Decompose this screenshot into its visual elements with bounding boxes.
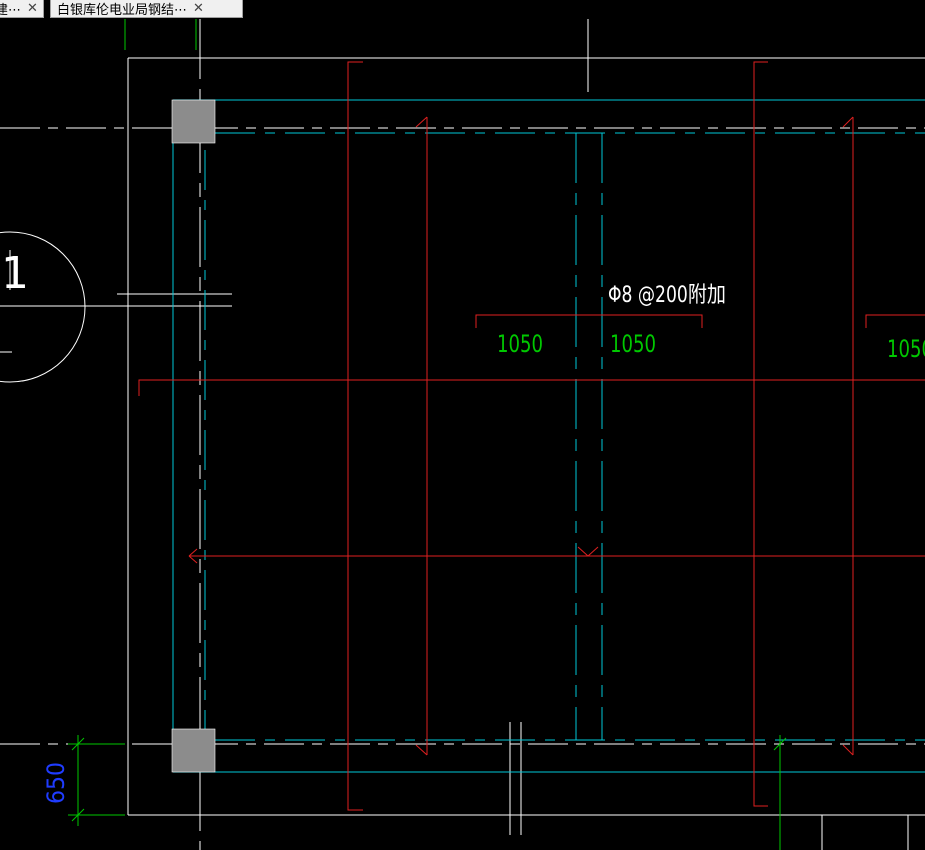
cad-drawing-canvas[interactable]: 1 Φ8 @200附加 1050 1050 1050 650	[0, 19, 925, 850]
slab-outline	[127, 57, 925, 850]
document-tab[interactable]: 建⋯ ✕	[0, 0, 44, 18]
column-block	[171, 728, 216, 773]
tab-title: 建⋯	[0, 3, 22, 18]
column-block	[171, 99, 216, 144]
close-icon[interactable]: ✕	[193, 1, 204, 16]
axis-lines	[0, 19, 925, 850]
rebar-note: Φ8 @200附加	[608, 283, 726, 308]
axis-bubble-label: 1	[1, 248, 29, 299]
document-tab-active[interactable]: 白银库伦电业局钢结⋯ ✕	[50, 0, 243, 18]
dimension-value: 1050	[497, 330, 543, 358]
document-tab-bar: 建⋯ ✕ 白银库伦电业局钢结⋯ ✕	[0, 0, 925, 19]
close-icon[interactable]: ✕	[27, 1, 38, 16]
dimension-value-vertical: 650	[42, 762, 70, 804]
rebar-lines	[138, 61, 925, 811]
tab-title: 白银库伦电业局钢结⋯	[57, 3, 188, 18]
beam-lines	[172, 99, 925, 773]
dimension-value: 1050	[610, 330, 656, 358]
dimension-value: 1050	[887, 335, 925, 363]
